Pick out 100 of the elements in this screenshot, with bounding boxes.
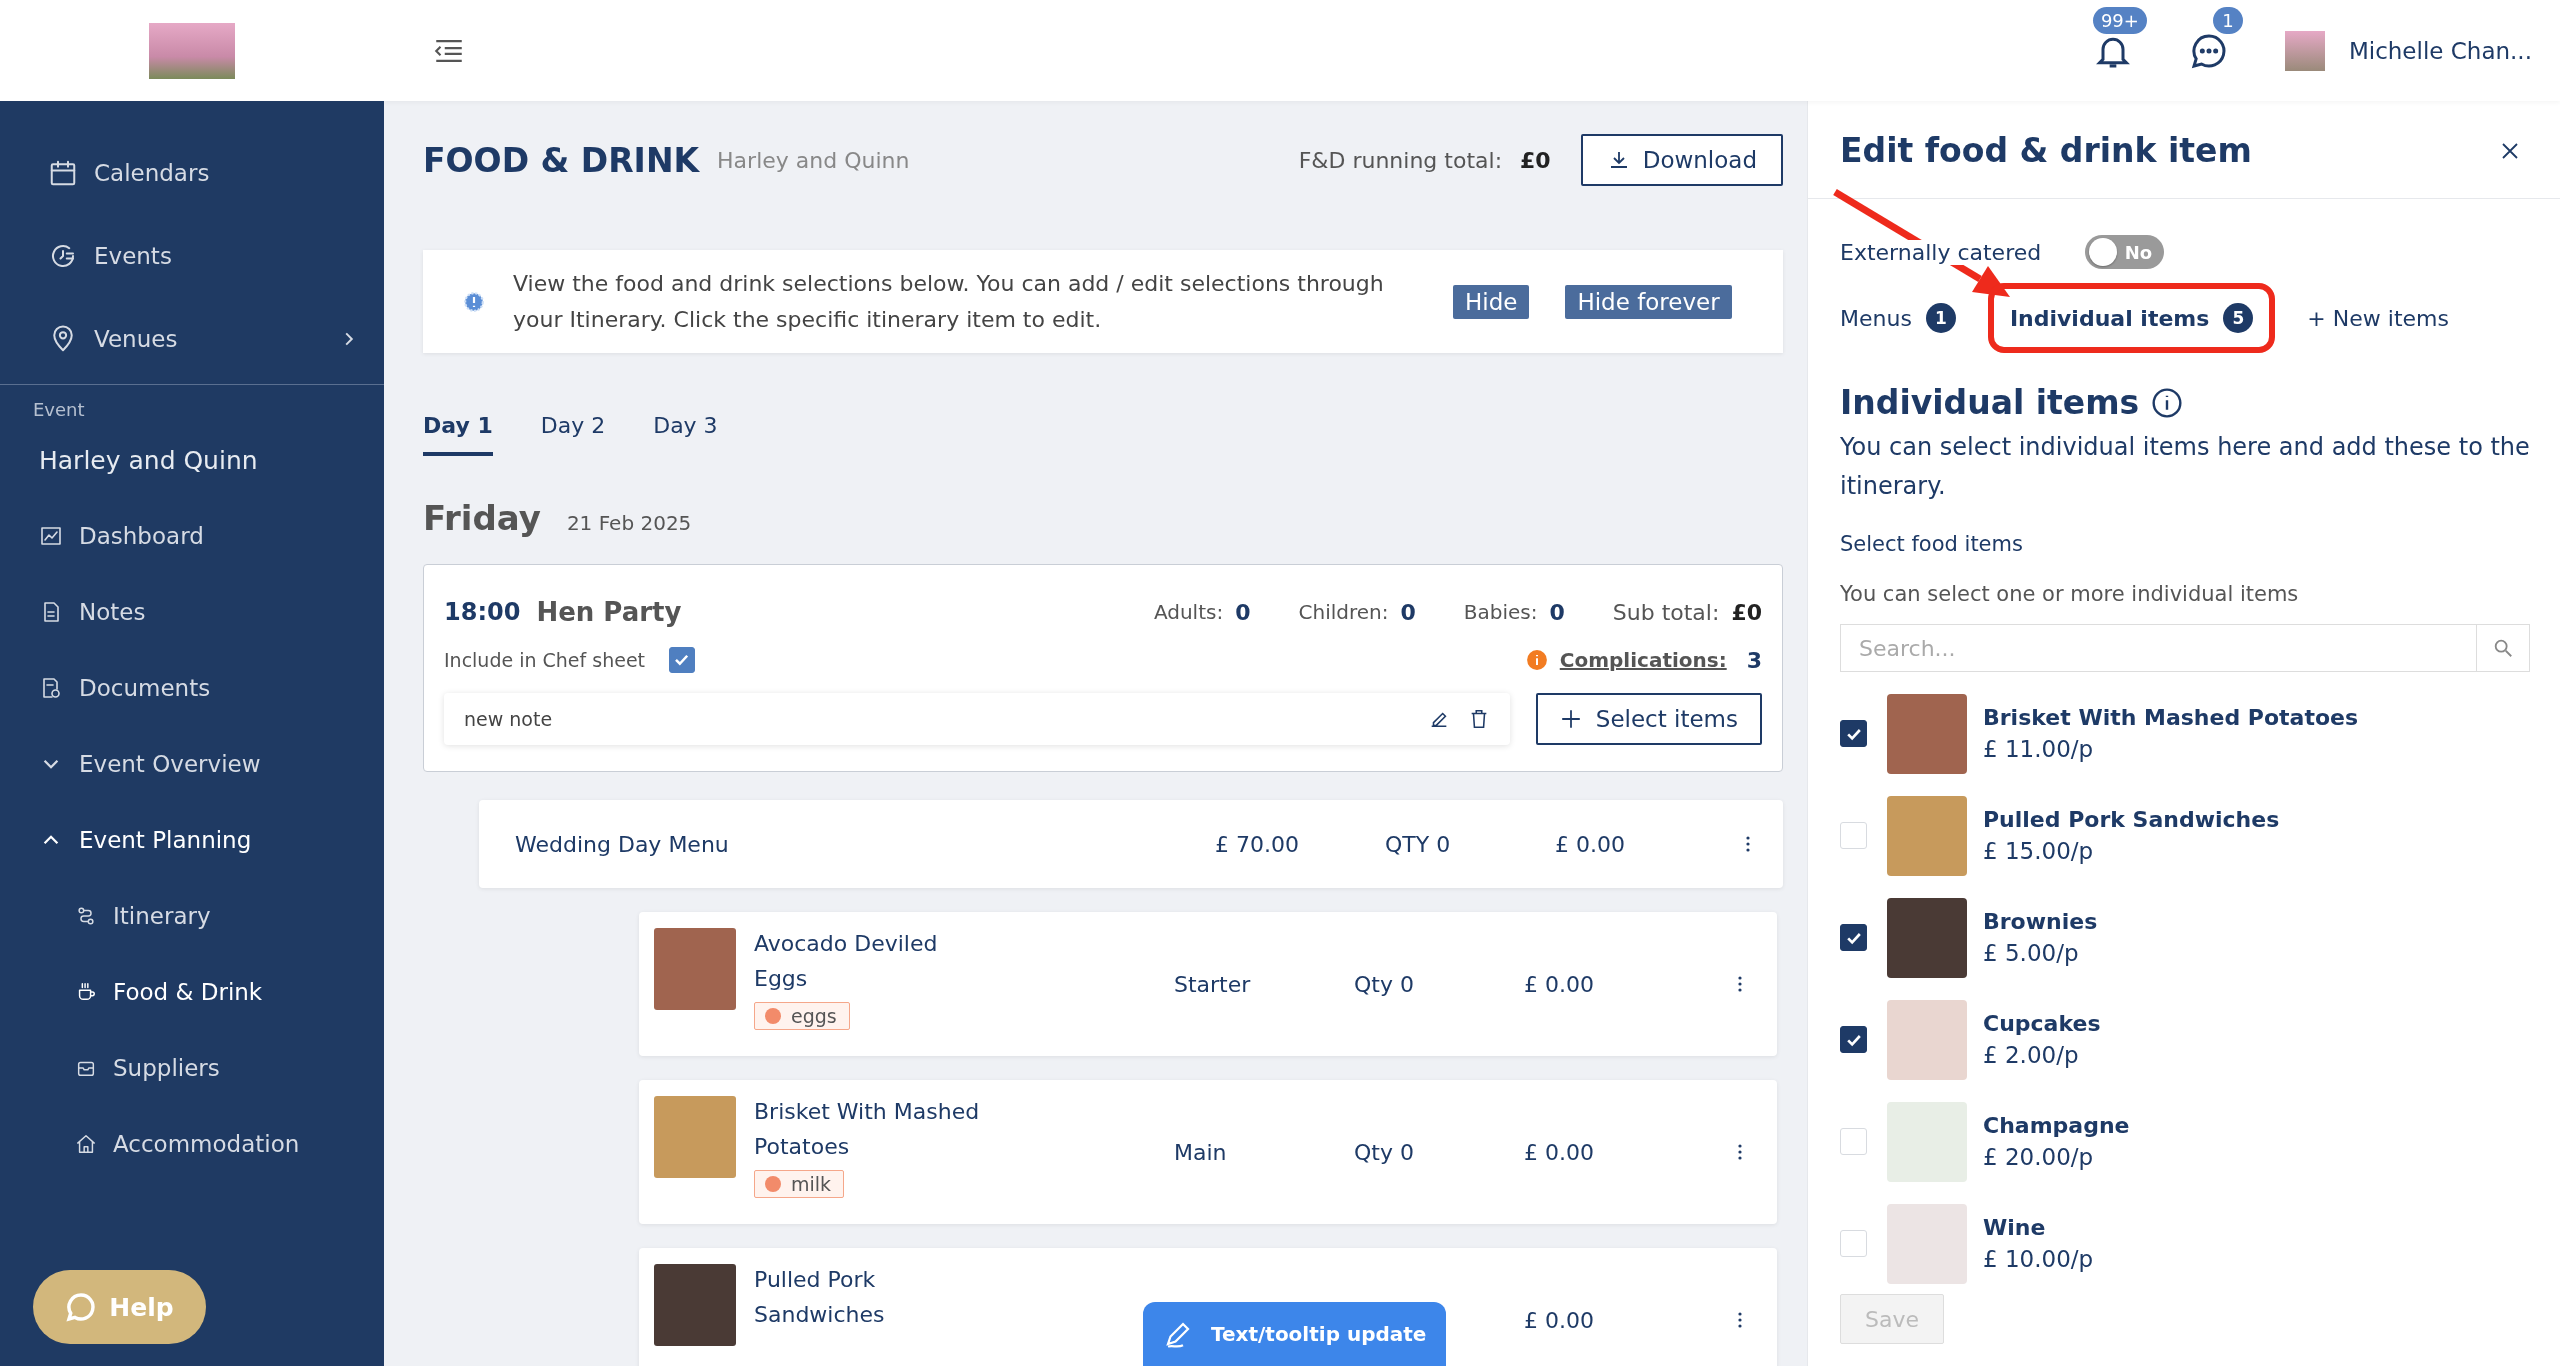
- plus-icon: [1559, 708, 1582, 730]
- item-name: Cupcakes: [1983, 1011, 2101, 1036]
- dish-card[interactable]: Avocado Deviled Eggs eggs Starter Qty 0 £ 0.00: [639, 912, 1777, 1056]
- nav-item[interactable]: Venues: [48, 324, 384, 354]
- subtotal-value: £0: [1731, 599, 1762, 625]
- item-checkbox[interactable]: [1840, 924, 1867, 951]
- item-checkbox[interactable]: [1840, 720, 1867, 747]
- count-value: 0: [1235, 599, 1251, 625]
- count-value: 0: [1400, 599, 1416, 625]
- message-badge: 1: [2212, 6, 2243, 34]
- item-price: £ 11.00/p: [1983, 736, 2095, 762]
- count-label: Babies:: [1463, 600, 1538, 624]
- nav-subitem[interactable]: Food & Drink: [39, 979, 384, 1005]
- item-name: Wine: [1983, 1215, 2047, 1240]
- menu-name: Wedding Day Menu: [515, 831, 730, 857]
- nav-group[interactable]: Event Overview: [39, 751, 384, 777]
- section-heading: Individual items: [1840, 383, 2140, 422]
- nav-subitem[interactable]: Suppliers: [39, 1055, 384, 1081]
- item-name: Brisket With Mashed Potatoes: [1983, 705, 2359, 730]
- panel-tab[interactable]: Individual items 5: [2009, 303, 2254, 333]
- dish-total: £ 0.00: [1524, 1307, 1595, 1333]
- menu-row[interactable]: Wedding Day Menu £ 70.00 QTY 0 £ 0.00: [479, 800, 1783, 888]
- nav-item[interactable]: Calendars: [48, 158, 384, 188]
- weekday: Friday: [423, 498, 541, 538]
- nav-subitem[interactable]: Accommodation: [39, 1131, 384, 1157]
- search-icon[interactable]: [2492, 637, 2514, 659]
- info-icon: [1525, 649, 1548, 671]
- select-items-button[interactable]: Select items: [1535, 693, 1762, 745]
- date: 21 Feb 2025: [566, 511, 692, 535]
- item-checkbox[interactable]: [1840, 1026, 1867, 1053]
- panel-tab[interactable]: + New items: [2307, 305, 2449, 331]
- field-label: Select food items: [1840, 532, 2023, 556]
- notice-text: View the food and drink selections below. You can add / edit selections through your Itinerary. Click the specific itinerary item to edit.: [513, 269, 1385, 334]
- externally-catered-label: Externally catered: [1840, 239, 2042, 265]
- nav-subitem[interactable]: Itinerary: [39, 903, 384, 929]
- item-price: £ 20.00/p: [1983, 1144, 2095, 1170]
- user-name[interactable]: Michelle Chan...: [2348, 37, 2532, 64]
- dish-qty: Qty 0: [1354, 971, 1415, 997]
- complications-count: 3: [1746, 647, 1762, 673]
- close-icon[interactable]: [2500, 140, 2520, 161]
- event-time: 18:00: [444, 598, 521, 626]
- item-name: Champagne: [1983, 1113, 2130, 1138]
- menu-price: £ 70.00: [1215, 831, 1300, 857]
- panel-title: Edit food & drink item: [1840, 131, 2253, 170]
- avatar-photo-placeholder[interactable]: [2284, 30, 2325, 71]
- hide-button[interactable]: Hide: [1453, 284, 1530, 319]
- dish-total: £ 0.00: [1524, 1139, 1595, 1165]
- section-description: You can select individual items here and add these to the itinerary.: [1840, 432, 2530, 502]
- nav-icon: [75, 1133, 97, 1155]
- page-title: FOOD & DRINK: [423, 140, 700, 180]
- event-title: Hen Party: [536, 597, 682, 627]
- chef-sheet-checkbox[interactable]: [669, 647, 696, 673]
- day-tab[interactable]: Day 1: [423, 413, 493, 456]
- chat-bubble-icon: [65, 1291, 98, 1323]
- notification-badge: 99+: [2092, 6, 2147, 34]
- dish-total: £ 0.00: [1524, 971, 1595, 997]
- dish-card[interactable]: Brisket With Mashed Potatoes milk Main Qty 0 £ 0.00: [639, 1080, 1777, 1224]
- day-tab[interactable]: Day 3: [653, 413, 718, 456]
- chef-sheet-label: Include in Chef sheet: [444, 649, 646, 671]
- allergen-tag: eggs: [754, 1002, 850, 1030]
- nav-item[interactable]: Notes: [39, 599, 384, 625]
- nav-item[interactable]: Dashboard: [39, 523, 384, 549]
- section-label: Event: [32, 398, 86, 420]
- dish-qty: Qty 0: [1354, 1139, 1415, 1165]
- nav-icon: [48, 158, 78, 188]
- allergen-tag: milk: [754, 1170, 845, 1198]
- search-button[interactable]: [2476, 624, 2530, 672]
- field-hint: You can select one or more individual items: [1840, 582, 2299, 606]
- dish-name: Avocado Deviled Eggs: [754, 930, 939, 993]
- note-field[interactable]: new note: [444, 693, 1510, 745]
- panel-tab[interactable]: Menus 1: [1840, 303, 1956, 333]
- search-field[interactable]: Search...: [1840, 624, 2476, 672]
- info-icon[interactable]: [2151, 386, 2184, 419]
- download-button[interactable]: Download: [1580, 134, 1783, 186]
- nav-item[interactable]: Documents: [39, 675, 384, 701]
- day-tab[interactable]: Day 2: [540, 413, 606, 456]
- item-price: £ 10.00/p: [1983, 1246, 2094, 1272]
- nav-item[interactable]: Events: [48, 241, 384, 271]
- menu-qty: QTY 0: [1385, 831, 1452, 857]
- dish-name: Pulled Pork Sandwiches: [754, 1266, 886, 1329]
- complications-link[interactable]: Complications:: [1559, 648, 1727, 672]
- count-value: 0: [1549, 599, 1565, 625]
- itinerary-card[interactable]: 18:00 Hen Party Adults: 0 Children: 0 Babies: 0 Sub total: £0 Include in Chef sheet Complications: 3 new note Select items: [423, 564, 1783, 772]
- item-price: £ 5.00/p: [1983, 940, 2080, 966]
- subtotal-label: Sub total:: [1612, 599, 1720, 625]
- dish-course: Main: [1174, 1139, 1228, 1165]
- running-total-value: £0: [1520, 147, 1551, 173]
- event-name: Harley and Quinn: [38, 445, 259, 475]
- count-label: Adults:: [1153, 600, 1224, 624]
- nav-group[interactable]: Event Planning: [39, 827, 384, 853]
- item-price: £ 2.00/p: [1983, 1042, 2080, 1068]
- feedback-button[interactable]: Text/tooltip update: [1143, 1302, 1447, 1366]
- dish-course: Starter: [1174, 971, 1252, 997]
- event-subtitle: Harley and Quinn: [717, 147, 910, 173]
- menu-total: £ 0.00: [1555, 831, 1626, 857]
- item-name: Pulled Pork Sandwiches: [1983, 807, 2280, 832]
- item-price: £ 15.00/p: [1983, 838, 2095, 864]
- hide-button[interactable]: Hide forever: [1565, 284, 1732, 319]
- info-icon: [463, 290, 485, 313]
- nav-icon: [39, 524, 63, 548]
